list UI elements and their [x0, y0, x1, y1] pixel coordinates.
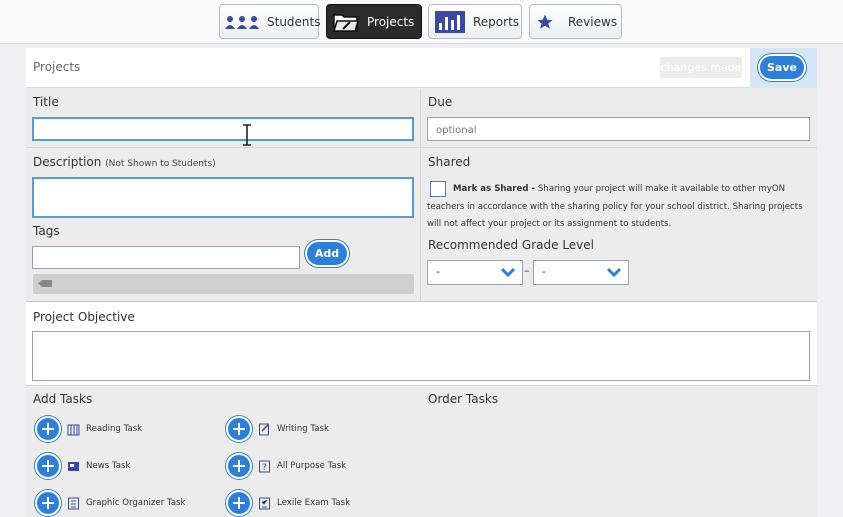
- projects-folder-icon: [333, 11, 359, 33]
- divider: [26, 385, 817, 386]
- grade-range-separator: –: [524, 264, 530, 277]
- due-input[interactable]: [428, 119, 809, 142]
- title-label: Title: [33, 95, 59, 109]
- tag-icon: [38, 280, 52, 287]
- chevron-down-icon: [607, 267, 621, 277]
- pencil-paper-icon: [259, 423, 269, 435]
- shared-description: Mark as Shared - Sharing your project wi…: [427, 181, 811, 234]
- objective-field[interactable]: [32, 331, 810, 381]
- organizer-doc-icon: [68, 497, 79, 509]
- tab-reports[interactable]: Reports: [428, 4, 522, 39]
- page-title: Projects: [33, 60, 81, 74]
- plus-icon: [35, 416, 61, 442]
- grade-to-select[interactable]: -: [533, 260, 629, 285]
- add-graphic-organizer-task[interactable]: Graphic Organizer Task: [35, 490, 186, 516]
- changes-made-indicator: changes made: [660, 57, 742, 78]
- grade-level-label: Recommended Grade Level: [428, 238, 594, 252]
- news-task-label: News Task: [86, 461, 131, 471]
- title-input[interactable]: [34, 121, 412, 142]
- plus-icon: [35, 453, 61, 479]
- description-note: (Not Shown to Students): [105, 159, 216, 169]
- divider: [26, 301, 817, 302]
- plus-icon: [226, 416, 252, 442]
- star-icon: [536, 13, 554, 31]
- tag-list: [33, 274, 414, 294]
- plus-icon: [35, 490, 61, 516]
- column-divider: [420, 89, 421, 301]
- plus-icon: [226, 453, 252, 479]
- add-writing-task[interactable]: Writing Task: [226, 416, 329, 442]
- add-all-purpose-task[interactable]: ? All Purpose Task: [226, 453, 346, 479]
- grade-to-value: -: [542, 265, 546, 278]
- add-news-task[interactable]: News Task: [35, 453, 131, 479]
- description-field[interactable]: [32, 177, 414, 218]
- lexile-exam-task-label: Lexile Exam Task: [277, 498, 351, 508]
- top-navigation: Students Projects Reports Reviews: [0, 0, 843, 44]
- graphic-organizer-task-label: Graphic Organizer Task: [86, 498, 186, 508]
- order-tasks-label: Order Tasks: [428, 392, 499, 406]
- description-label: Description (Not Shown to Students): [33, 155, 216, 169]
- shared-label: Shared: [428, 155, 471, 169]
- editor-header: Projects changes made Save: [26, 48, 817, 88]
- chevron-down-icon: [501, 267, 515, 277]
- add-tag-button[interactable]: Add: [305, 240, 349, 267]
- title-field[interactable]: [32, 117, 414, 142]
- add-lexile-exam-task[interactable]: Lexile Exam Task: [226, 490, 350, 516]
- add-tasks-label: Add Tasks: [33, 392, 93, 406]
- tab-reports-label: Reports: [473, 14, 520, 29]
- svg-text:?: ?: [262, 463, 267, 473]
- reports-chart-icon: [435, 10, 465, 33]
- divider: [26, 147, 817, 148]
- reading-task-label: Reading Task: [86, 424, 143, 434]
- tab-reviews-label: Reviews: [568, 14, 618, 29]
- all-purpose-task-label: All Purpose Task: [277, 461, 347, 471]
- grade-from-value: -: [436, 265, 440, 278]
- students-icon: [225, 15, 259, 29]
- tab-reviews[interactable]: Reviews: [529, 4, 622, 39]
- objective-label: Project Objective: [33, 310, 135, 324]
- mark-shared-label: Mark as Shared -: [453, 184, 536, 194]
- tab-students[interactable]: Students: [219, 4, 321, 39]
- save-area: Save: [750, 48, 817, 88]
- tags-label: Tags: [33, 224, 60, 238]
- save-button[interactable]: Save: [758, 54, 806, 81]
- tags-input[interactable]: [32, 246, 300, 269]
- due-field[interactable]: [427, 117, 810, 142]
- exam-doc-icon: [259, 497, 270, 509]
- newspaper-icon: [68, 461, 79, 471]
- books-icon: [67, 424, 80, 435]
- writing-task-label: Writing Task: [277, 424, 329, 434]
- add-reading-task[interactable]: Reading Task: [35, 416, 142, 442]
- grade-from-select[interactable]: -: [427, 260, 523, 285]
- description-label-text: Description: [33, 155, 102, 169]
- text-cursor-icon: [243, 124, 251, 146]
- tab-projects[interactable]: Projects: [326, 4, 422, 39]
- plus-icon: [226, 490, 252, 516]
- due-label: Due: [428, 95, 453, 109]
- tab-students-label: Students: [267, 14, 321, 29]
- question-doc-icon: ?: [259, 460, 270, 473]
- project-editor: Projects changes made Save Title Due Des…: [26, 48, 817, 517]
- tab-projects-label: Projects: [367, 14, 415, 29]
